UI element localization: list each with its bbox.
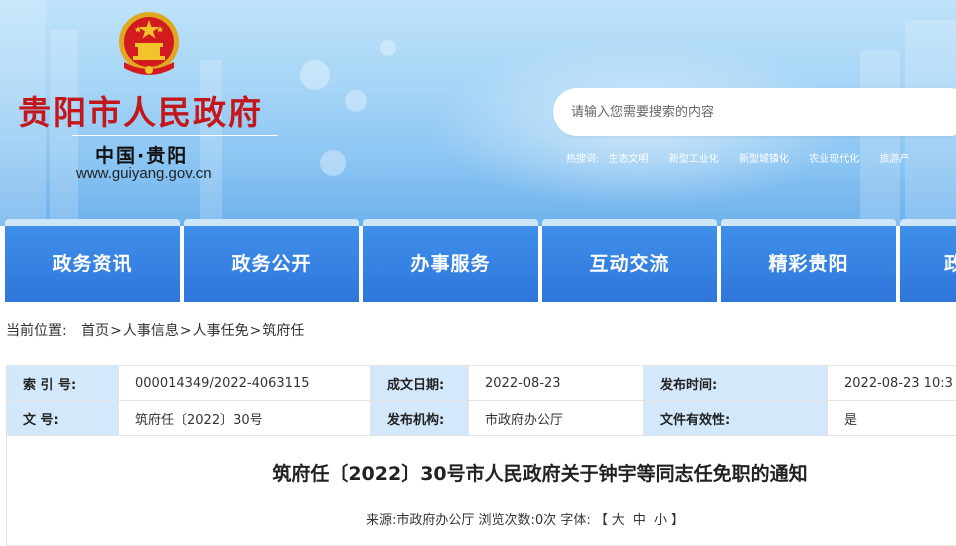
header-banner: 贵阳市人民政府 中国·贵阳 www.guiyang.gov.cn 热搜词: 生态… <box>0 0 956 226</box>
doc-no-label: 文 号: <box>7 401 119 436</box>
title-divider <box>72 135 278 136</box>
breadcrumb-home[interactable]: 首页 <box>81 323 109 339</box>
issuer-label: 发布机构: <box>371 401 469 436</box>
banner-bokeh <box>320 150 346 176</box>
hot-words: 热搜词: 生态文明 新型工业化 新型城镇化 农业现代化 旅游产 <box>566 150 926 165</box>
document-body <box>6 436 956 546</box>
nav-item-interaction[interactable]: 互动交流 <box>542 219 717 302</box>
breadcrumb-separator: > <box>250 323 262 339</box>
hot-words-label: 热搜词: <box>566 154 599 165</box>
search-box[interactable] <box>553 88 956 136</box>
main-nav: 政务资讯 政务公开 办事服务 互动交流 精彩贵阳 政 <box>0 219 956 302</box>
font-size-small-button[interactable]: 小 <box>654 513 667 528</box>
breadcrumb-appointments[interactable]: 人事任免 <box>193 323 249 339</box>
index-no-value: 000014349/2022-4063115 <box>119 366 371 401</box>
source-label: 来源: <box>366 513 396 528</box>
nav-item-more[interactable]: 政 <box>900 219 956 302</box>
breadcrumb-separator: > <box>180 323 192 339</box>
views-label: 浏览次数: <box>479 513 535 528</box>
breadcrumb: 当前位置: 首页>人事信息>人事任免>筑府任 <box>6 320 304 340</box>
nav-item-news[interactable]: 政务资讯 <box>5 219 180 302</box>
document-title: 筑府任〔2022〕30号市人民政府关于钟宇等同志任免职的通知 <box>0 459 956 486</box>
breadcrumb-separator: > <box>110 323 122 339</box>
nav-item-services[interactable]: 办事服务 <box>363 219 538 302</box>
banner-bokeh <box>300 60 330 90</box>
nav-item-open-gov[interactable]: 政务公开 <box>184 219 359 302</box>
breadcrumb-label: 当前位置: <box>6 323 67 339</box>
created-date-value: 2022-08-23 <box>469 366 644 401</box>
hot-word-link[interactable]: 新型工业化 <box>669 154 719 165</box>
hot-word-link[interactable]: 农业现代化 <box>809 154 859 165</box>
source-value: 市政府办公厅 <box>396 513 474 528</box>
banner-bokeh <box>380 40 396 56</box>
bracket-open: 【 <box>595 513 608 528</box>
site-title: 贵阳市人民政府 <box>18 86 263 134</box>
search-input[interactable] <box>571 88 951 136</box>
hot-word-link[interactable]: 旅游产 <box>879 154 909 165</box>
nav-item-guiyang[interactable]: 精彩贵阳 <box>721 219 896 302</box>
breadcrumb-personnel-info[interactable]: 人事信息 <box>123 323 179 339</box>
publish-time-label: 发布时间: <box>644 366 828 401</box>
validity-value: 是 <box>828 401 956 436</box>
table-row: 索 引 号: 000014349/2022-4063115 成文日期: 2022… <box>7 366 956 401</box>
document-meta-table: 索 引 号: 000014349/2022-4063115 成文日期: 2022… <box>6 365 956 436</box>
index-no-label: 索 引 号: <box>7 366 119 401</box>
validity-label: 文件有效性: <box>644 401 828 436</box>
table-row: 文 号: 筑府任〔2022〕30号 发布机构: 市政府办公厅 文件有效性: 是 <box>7 401 956 436</box>
breadcrumb-current: 筑府任 <box>262 323 304 339</box>
banner-building <box>860 50 900 226</box>
banner-bokeh <box>345 90 367 112</box>
font-size-medium-button[interactable]: 中 <box>633 513 646 528</box>
issuer-value: 市政府办公厅 <box>469 401 644 436</box>
national-emblem-icon <box>116 10 182 82</box>
banner-building <box>200 60 222 226</box>
doc-no-value: 筑府任〔2022〕30号 <box>119 401 371 436</box>
hot-word-link[interactable]: 新型城镇化 <box>739 154 789 165</box>
hot-word-link[interactable]: 生态文明 <box>609 154 649 165</box>
views-value: 0次 <box>535 513 556 528</box>
bracket-close: 】 <box>671 513 684 528</box>
created-date-label: 成文日期: <box>371 366 469 401</box>
site-domain: www.guiyang.gov.cn <box>76 165 212 182</box>
site-subtitle: 中国·贵阳 <box>95 141 188 168</box>
document-info: 来源:市政府办公厅 浏览次数:0次 字体: 【大中小】 <box>366 509 684 528</box>
publish-time-value: 2022-08-23 10:3 <box>828 366 956 401</box>
font-size-large-button[interactable]: 大 <box>612 513 625 528</box>
font-size-label: 字体: <box>560 513 590 528</box>
